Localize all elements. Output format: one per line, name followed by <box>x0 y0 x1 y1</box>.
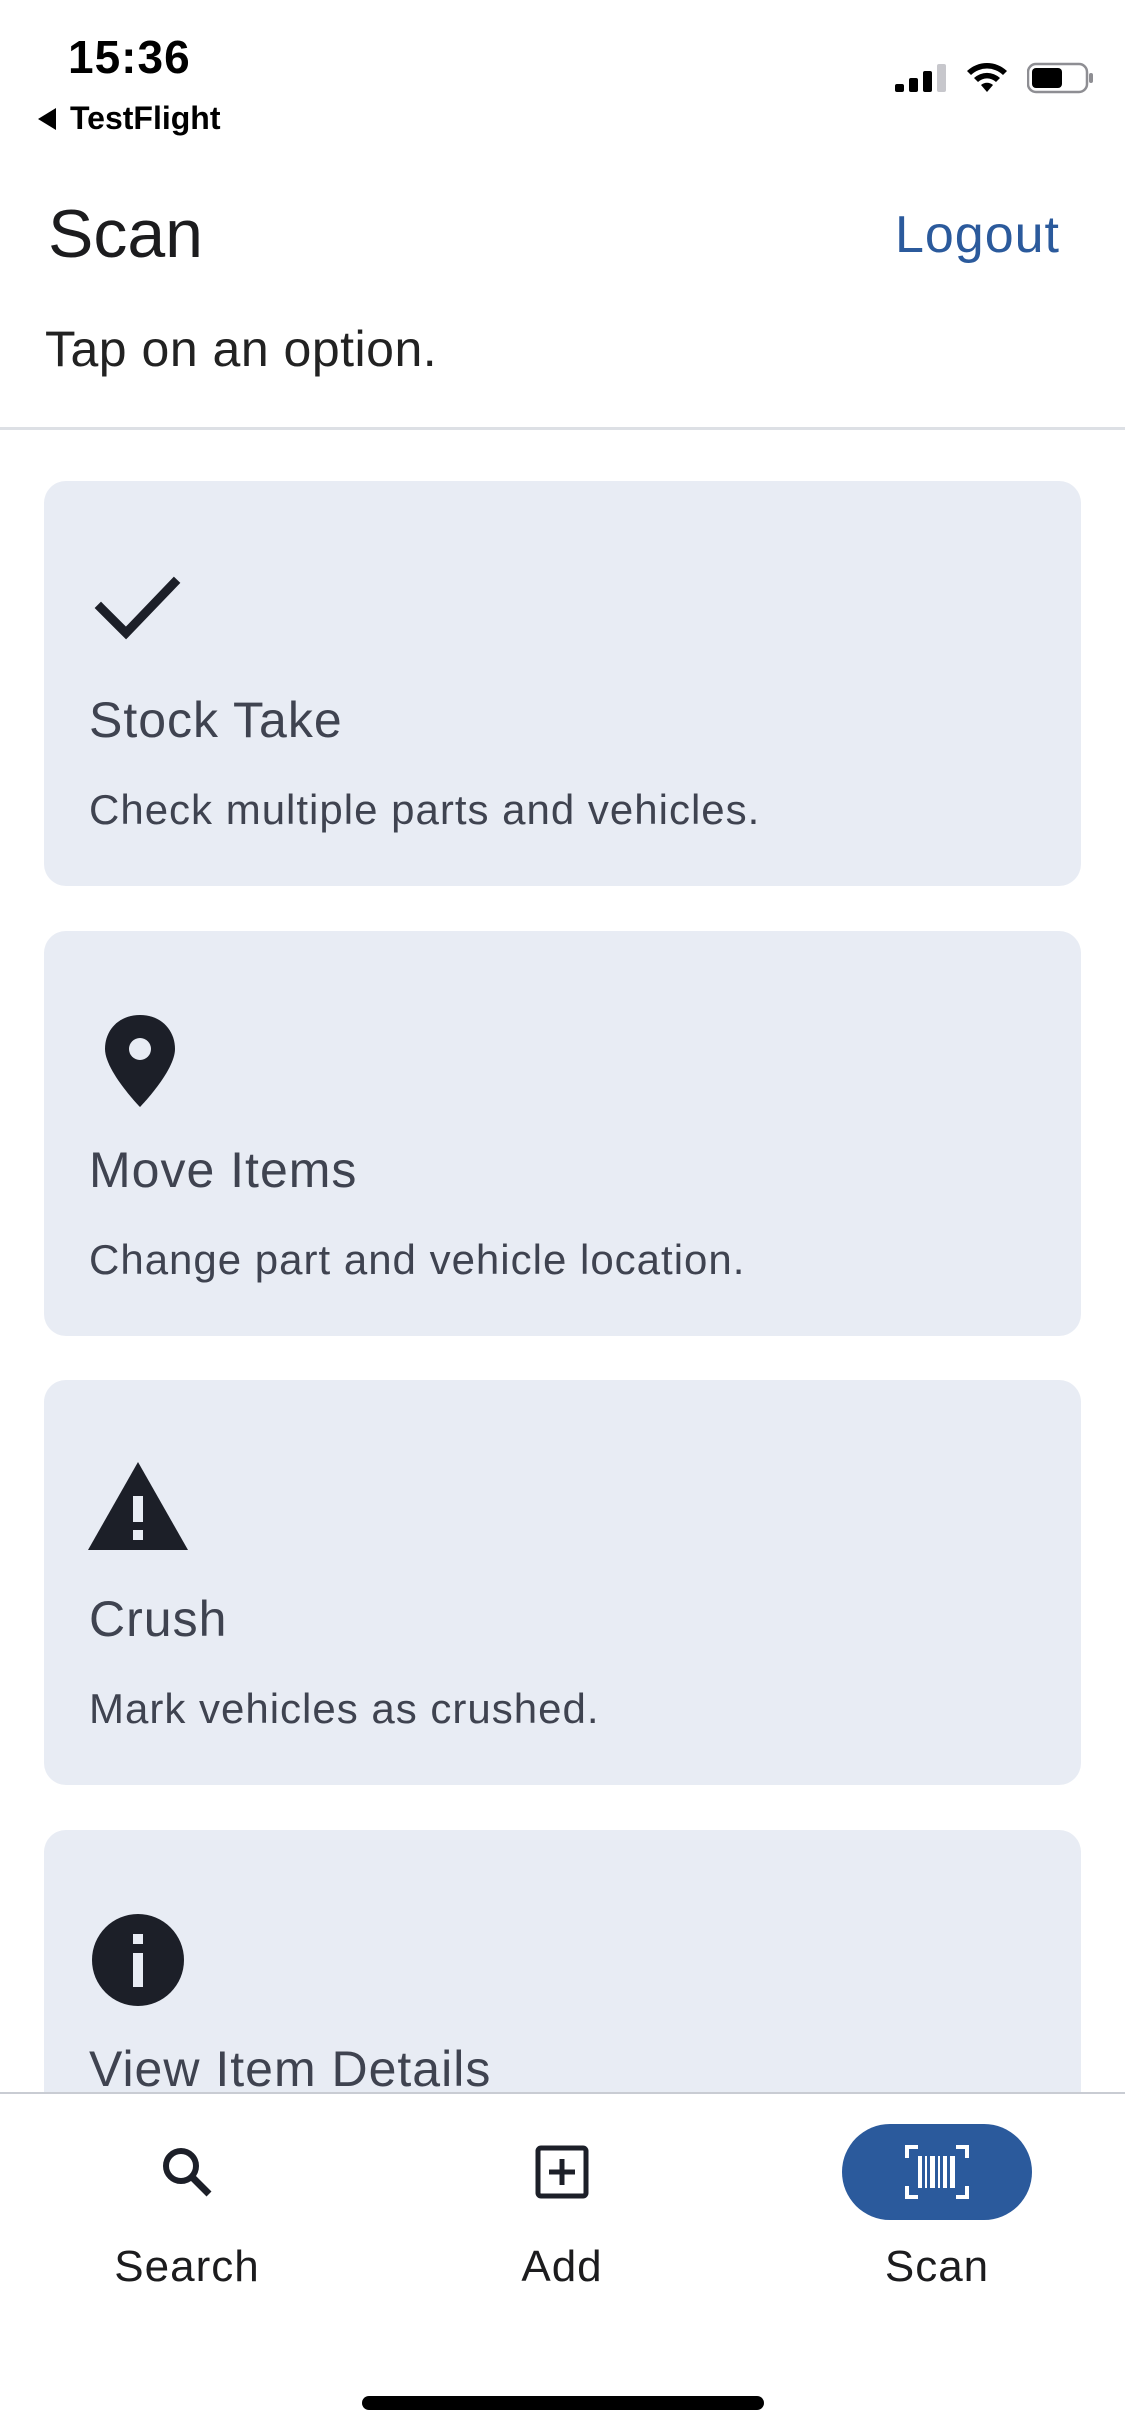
page-title: Scan <box>48 196 203 272</box>
status-icons <box>895 62 1095 94</box>
barcode-scan-icon <box>842 2124 1032 2220</box>
option-card-stock-take[interactable]: Stock Take Check multiple parts and vehi… <box>44 481 1081 886</box>
warning-icon <box>88 1460 198 1560</box>
option-title: Stock Take <box>89 692 343 748</box>
option-card-crush[interactable]: Crush Mark vehicles as crushed. <box>44 1380 1081 1785</box>
option-card-view-item-details[interactable]: View Item Details <box>44 1830 1081 2092</box>
battery-icon <box>1027 62 1093 94</box>
option-description: Check multiple parts and vehicles. <box>89 786 761 833</box>
wifi-icon <box>967 63 1007 92</box>
search-icon <box>92 2124 282 2220</box>
nav-item-scan[interactable]: Scan <box>787 2124 1087 2324</box>
back-arrow-icon <box>38 107 56 130</box>
info-icon <box>88 1910 198 2010</box>
option-card-move-items[interactable]: Move Items Change part and vehicle locat… <box>44 931 1081 1336</box>
nav-item-add[interactable]: Add <box>412 2124 712 2324</box>
nav-item-search[interactable]: Search <box>37 2124 337 2324</box>
cellular-signal-icon <box>895 64 946 92</box>
back-app-label: TestFlight <box>70 100 221 136</box>
status-time: 15:36 <box>68 31 191 83</box>
options-list[interactable]: Stock Take Check multiple parts and vehi… <box>0 430 1125 2092</box>
option-description: Mark vehicles as crushed. <box>89 1685 600 1732</box>
home-indicator[interactable] <box>362 2396 764 2410</box>
location-pin-icon <box>88 1011 198 1111</box>
bottom-navigation: Search Add Scan <box>0 2092 1125 2436</box>
option-title: Crush <box>89 1591 228 1647</box>
nav-label: Scan <box>884 2242 990 2291</box>
back-to-app-link[interactable]: TestFlight <box>38 100 221 137</box>
nav-label: Add <box>521 2242 603 2291</box>
option-description: Change part and vehicle location. <box>89 1236 746 1283</box>
add-box-icon <box>467 2124 657 2220</box>
checkmark-icon <box>88 561 198 661</box>
option-title: Move Items <box>89 1142 358 1198</box>
option-title: View Item Details <box>89 2041 492 2092</box>
logout-button[interactable]: Logout <box>895 205 1060 265</box>
scan-screen: 15:36 TestFlight Scan Logout Tap on an o… <box>0 0 1125 2436</box>
instruction-text: Tap on an option. <box>45 321 438 377</box>
nav-label: Search <box>114 2242 260 2291</box>
